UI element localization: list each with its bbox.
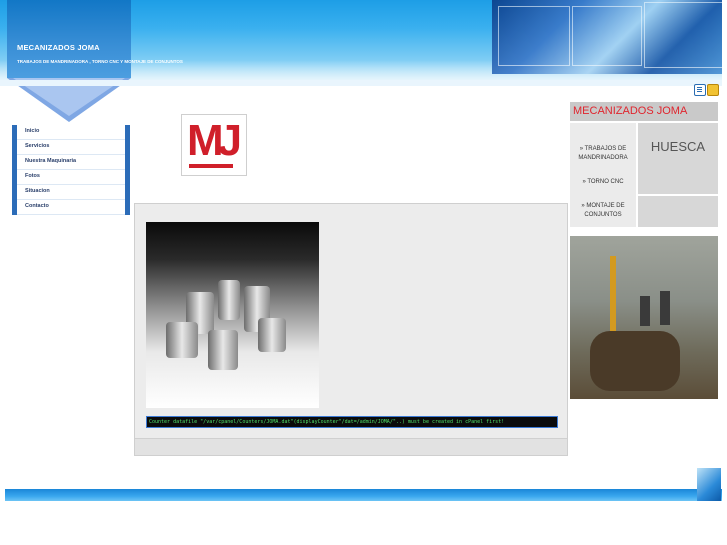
nav-item-situacion[interactable]: Situacion [12,185,130,200]
site-title: MECANIZADOS JOMA [17,43,100,52]
footer-bar [5,489,722,501]
nav-item-servicios[interactable]: Servicios [12,140,130,155]
counter-error-text: Counter datafile "/var/cpanel/Counters/J… [146,416,558,428]
location-box-lower [638,196,718,227]
nav-item-inicio[interactable]: Inicio [12,125,130,140]
right-panel-services: » TRABAJOS DE MANDRINADORA » TORNO CNC »… [570,123,718,227]
nav-item-label: Situacion [25,188,50,194]
nav-item-label: Inicio [25,128,40,134]
nav-item-label: Contacto [25,203,49,209]
logo-letters: MJ [187,116,242,165]
brand-panel [7,0,131,78]
right-panel-header: MECANIZADOS JOMA [570,102,718,121]
service-item: » TORNO CNC [582,179,624,185]
nav-item-contacto[interactable]: Contacto [12,200,130,215]
service-item: » TRABAJOS DE MANDRINADORA [578,146,628,161]
header-divider [0,80,722,86]
company-logo: MJ [181,114,247,176]
header-photo-collage [492,0,722,74]
nav-item-fotos[interactable]: Fotos [12,170,130,185]
nav-item-label: Servicios [25,143,50,149]
machined-parts-image [146,222,319,408]
main-content: Counter datafile "/var/cpanel/Counters/J… [134,203,568,456]
services-column: » TRABAJOS DE MANDRINADORA » TORNO CNC »… [570,123,636,227]
footer-decoration [697,468,721,501]
sidebar-nav: Inicio Servicios Nuestra Maquinaria Foto… [12,125,130,215]
nav-item-label: Fotos [25,173,40,179]
folder-icon[interactable] [707,84,719,96]
nav-item-maquinaria[interactable]: Nuestra Maquinaria [12,155,130,170]
location-label: HUESCA [650,139,706,154]
nav-item-label: Nuestra Maquinaria [25,158,77,164]
site-subtitle: TRABAJOS DE MANDRINADORA , TORNO CNC Y M… [17,59,183,64]
right-panel-title: MECANIZADOS JOMA [573,105,688,117]
document-icon[interactable] [694,84,706,96]
workshop-photo [570,236,718,399]
service-item: » MONTAJE DE CONJUNTOS [581,203,625,218]
logo-underline [189,164,233,168]
location-box: HUESCA [638,123,718,194]
content-footer [135,438,567,455]
